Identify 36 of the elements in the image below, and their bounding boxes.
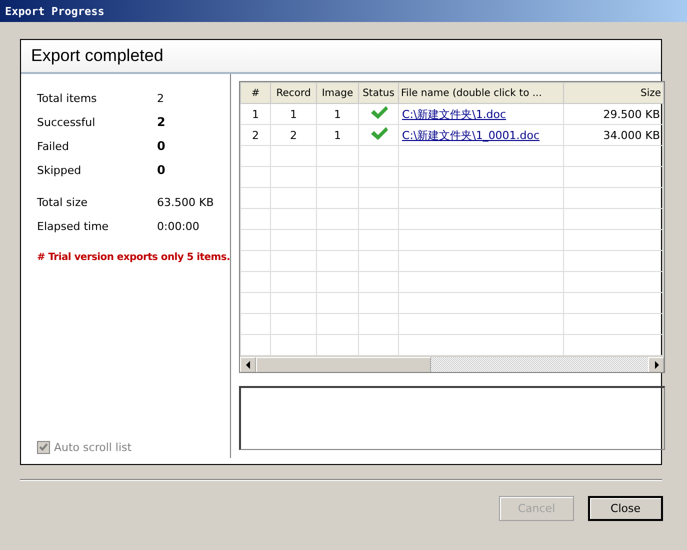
stat-label: Successful bbox=[37, 116, 96, 128]
close-button[interactable]: Close bbox=[588, 496, 663, 521]
stat-label: Total size bbox=[37, 196, 89, 208]
table-cell: 1 bbox=[316, 104, 359, 124]
stat-label: Total items bbox=[37, 92, 98, 104]
left-arrow-icon[interactable] bbox=[246, 361, 251, 369]
column-header[interactable]: Status bbox=[358, 82, 399, 104]
right-arrow-icon[interactable] bbox=[654, 361, 659, 369]
column-header[interactable]: Image bbox=[316, 82, 359, 104]
stat-value: 63.500 KB bbox=[157, 196, 214, 208]
column-header[interactable]: Record bbox=[270, 82, 317, 104]
stat-value: 0:00:00 bbox=[157, 220, 200, 232]
trial-notice: # Trial version exports only 5 items. bbox=[37, 252, 230, 263]
stat-label: Elapsed time bbox=[37, 220, 110, 232]
horizontal-scrollbar[interactable] bbox=[240, 356, 664, 372]
table-cell: 29.500 KB bbox=[564, 104, 664, 124]
table-cell: 1 bbox=[240, 104, 271, 124]
log-textarea[interactable] bbox=[239, 386, 666, 450]
checkmark-icon bbox=[370, 126, 388, 142]
stat-value: 2 bbox=[157, 115, 166, 129]
header-title: Export completed bbox=[31, 46, 164, 66]
stat-label: Skipped bbox=[37, 164, 82, 176]
column-header[interactable]: File name (double click to ... bbox=[398, 82, 564, 104]
stat-value: 0 bbox=[157, 163, 166, 177]
stat-value: 0 bbox=[157, 139, 166, 153]
table-cell: 34.000 KB bbox=[564, 124, 664, 146]
table-cell: 2 bbox=[240, 124, 271, 146]
window-title: Export Progress bbox=[5, 4, 104, 18]
column-header[interactable]: Size bbox=[564, 82, 664, 104]
stat-value: 2 bbox=[157, 92, 164, 104]
checkmark-icon bbox=[39, 443, 48, 452]
stat-label: Failed bbox=[37, 140, 70, 152]
table-cell: 1 bbox=[270, 104, 317, 124]
table-cell: 2 bbox=[270, 124, 317, 146]
column-header[interactable]: # bbox=[240, 82, 271, 104]
table-cell: 1 bbox=[316, 124, 359, 146]
